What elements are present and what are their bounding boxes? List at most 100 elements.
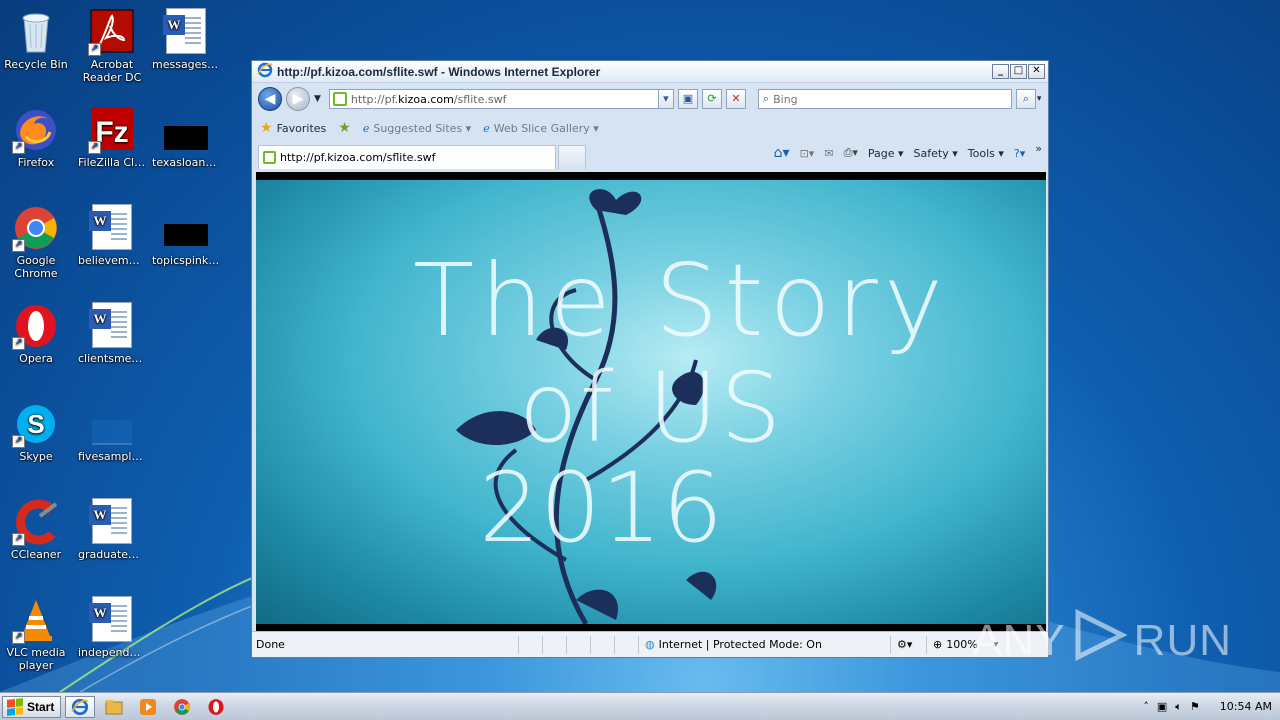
desktop-icon-graduatepic[interactable]: W graduatepic...	[76, 498, 148, 561]
start-button[interactable]: Start	[2, 695, 62, 718]
page-favicon-icon	[263, 151, 276, 164]
shortcut-arrow-icon: ↗	[88, 141, 101, 154]
stop-icon[interactable]: ✕	[725, 89, 746, 109]
windows-logo-icon	[7, 697, 23, 716]
read-mail-icon[interactable]: ✉	[824, 147, 833, 160]
desktop-icon-messagesfo[interactable]: W messagesfo...	[150, 8, 222, 71]
taskbar-opera[interactable]	[201, 696, 231, 718]
opera-icon	[208, 698, 224, 715]
recent-pages-dropdown-icon[interactable]: ▼	[314, 94, 321, 104]
desktop-icon-label: clientsmexic...	[78, 352, 148, 365]
suggested-sites-button[interactable]: ℯ Suggested Sites ▾	[363, 122, 471, 135]
show-hidden-icons-icon[interactable]: ˄	[1143, 700, 1149, 713]
flash-title-line-1: The Story	[413, 242, 949, 359]
desktop-icon-label: CCleaner	[10, 548, 62, 561]
ie-logo-icon	[257, 62, 273, 81]
desktop-icon-topicspink[interactable]: topicspink.jpg	[150, 204, 222, 267]
desktop-icon-label: topicspink.jpg	[152, 254, 222, 267]
feeds-icon[interactable]: ⊡▾	[800, 147, 815, 160]
safety-menu[interactable]: Safety ▾	[914, 147, 958, 160]
print-icon[interactable]: ⎙▾	[844, 146, 858, 160]
taskbar-chrome[interactable]	[167, 696, 197, 718]
page-menu[interactable]: Page ▾	[868, 147, 904, 160]
vlc-icon: ↗	[12, 596, 60, 644]
address-field[interactable]: http://pf. kizoa.com/sflite.swf	[328, 89, 659, 109]
desktop-icon-believemd[interactable]: W believemd.rtf	[76, 204, 148, 267]
clock[interactable]: 10:54 AM	[1220, 700, 1272, 713]
word-document-icon: W	[162, 8, 210, 56]
desktop-icon-skype[interactable]: S ↗ Skype	[0, 400, 72, 463]
star-icon: ★	[260, 120, 273, 136]
flash-title-line-2: of US	[518, 352, 784, 464]
shortcut-arrow-icon: ↗	[12, 631, 25, 644]
status-cell	[542, 635, 566, 654]
filezilla-icon: Fz ↗	[88, 106, 136, 154]
command-bar: ⌂▾ ⊡▾ ✉ ⎙▾ Page ▾ Safety ▾ Tools ▾ ?▾ »	[774, 142, 1042, 162]
address-toolbar: ◀ ▶ ▼ http://pf. kizoa.com/sflite.swf ▾ ▣…	[252, 83, 1048, 115]
new-tab-button[interactable]	[558, 145, 586, 169]
ie-window[interactable]: http://pf.kizoa.com/sflite.swf - Windows…	[251, 60, 1049, 658]
refresh-icon[interactable]: ⟳	[701, 89, 722, 109]
web-slice-gallery-button[interactable]: ℯ Web Slice Gallery ▾	[483, 122, 599, 135]
tools-menu[interactable]: Tools ▾	[968, 147, 1004, 160]
compatibility-view-icon[interactable]: ▣	[677, 89, 698, 109]
suggested-sites-label: Suggested Sites ▾	[373, 121, 472, 135]
desktop-icon-google-chrome[interactable]: ↗ Google Chrome	[0, 204, 72, 280]
ie-titlebar[interactable]: http://pf.kizoa.com/sflite.swf - Windows…	[252, 61, 1048, 83]
back-button[interactable]: ◀	[258, 87, 282, 111]
desktop-icon-texasloans[interactable]: texasloans.jpg	[150, 106, 222, 169]
forward-button[interactable]: ▶	[286, 87, 310, 111]
protected-mode-icon[interactable]: ⚙▾	[890, 635, 926, 654]
status-cell	[566, 635, 590, 654]
taskbar-media-player[interactable]	[133, 696, 163, 718]
flash-movie[interactable]: The Story of US 2016	[256, 180, 1046, 624]
chrome-icon: ↗	[12, 204, 60, 252]
favorites-button[interactable]: ★ Favorites	[260, 120, 326, 136]
window-title: http://pf.kizoa.com/sflite.swf - Windows…	[277, 64, 601, 79]
zone-text: Internet | Protected Mode: On	[658, 638, 822, 651]
minimize-button[interactable]: _	[992, 64, 1009, 79]
web-slice-gallery-label: Web Slice Gallery ▾	[493, 121, 599, 135]
taskbar-explorer[interactable]	[99, 696, 129, 718]
address-dropdown-button[interactable]: ▾	[657, 89, 674, 109]
desktop-icon-fivesample[interactable]: fivesample....	[76, 400, 148, 463]
desktop-icon-vlc[interactable]: ↗ VLC media player	[0, 596, 72, 672]
address-domain: kizoa.com	[398, 92, 454, 106]
folder-icon	[105, 699, 123, 714]
desktop-icon-opera[interactable]: ↗ Opera	[0, 302, 72, 365]
word-document-icon: W	[88, 498, 136, 546]
desktop-icon-recycle-bin[interactable]: Recycle Bin	[0, 8, 72, 71]
search-placeholder: Bing	[773, 92, 798, 106]
zoom-icon: ⊕	[933, 638, 943, 651]
firefox-icon: ↗	[12, 106, 60, 154]
maximize-button[interactable]: □	[1010, 64, 1027, 79]
address-suffix: /sflite.swf	[453, 92, 507, 106]
watermark-text-left: ANY	[972, 615, 1066, 665]
start-label: Start	[27, 699, 55, 714]
shortcut-arrow-icon: ↗	[12, 239, 25, 252]
ie-icon	[71, 698, 89, 715]
desktop-icon-ccleaner[interactable]: ↗ CCleaner	[0, 498, 72, 561]
home-icon[interactable]: ⌂▾	[774, 145, 790, 161]
tab-row: http://pf.kizoa.com/sflite.swf ⌂▾ ⊡▾ ✉ ⎙…	[252, 141, 1048, 169]
search-button[interactable]: ⌕	[1015, 89, 1036, 109]
chevron-more-icon[interactable]: »	[1035, 142, 1042, 155]
desktop-icon-filezilla[interactable]: Fz ↗ FileZilla Client	[76, 106, 148, 169]
help-icon[interactable]: ?▾	[1014, 147, 1025, 160]
flag-icon[interactable]: ⚑	[1190, 700, 1200, 713]
search-options-dropdown-icon[interactable]: ▾	[1037, 94, 1042, 104]
desktop-icon-firefox[interactable]: ↗ Firefox	[0, 106, 72, 169]
desktop-icon-label: Opera	[19, 352, 53, 365]
action-center-icon[interactable]: ▣	[1157, 700, 1167, 713]
desktop-icon-clientsmexic[interactable]: W clientsmexic...	[76, 302, 148, 365]
taskbar-ie[interactable]	[65, 695, 96, 718]
add-favorites-icon[interactable]: ★	[338, 120, 351, 136]
tab-active[interactable]: http://pf.kizoa.com/sflite.swf	[258, 145, 556, 169]
close-button[interactable]: ✕	[1028, 64, 1045, 79]
desktop-icon-independen[interactable]: W independen...	[76, 596, 148, 659]
favorites-bar: ★ Favorites ★ ℯ Suggested Sites ▾ ℯ Web …	[252, 115, 1048, 141]
desktop-icon-acrobat[interactable]: ↗ Acrobat Reader DC	[76, 8, 148, 84]
volume-icon[interactable]: 🔈︎	[1175, 700, 1182, 714]
security-zone[interactable]: ◍ Internet | Protected Mode: On	[638, 635, 890, 654]
search-input[interactable]: ⌕ Bing	[757, 89, 1012, 109]
